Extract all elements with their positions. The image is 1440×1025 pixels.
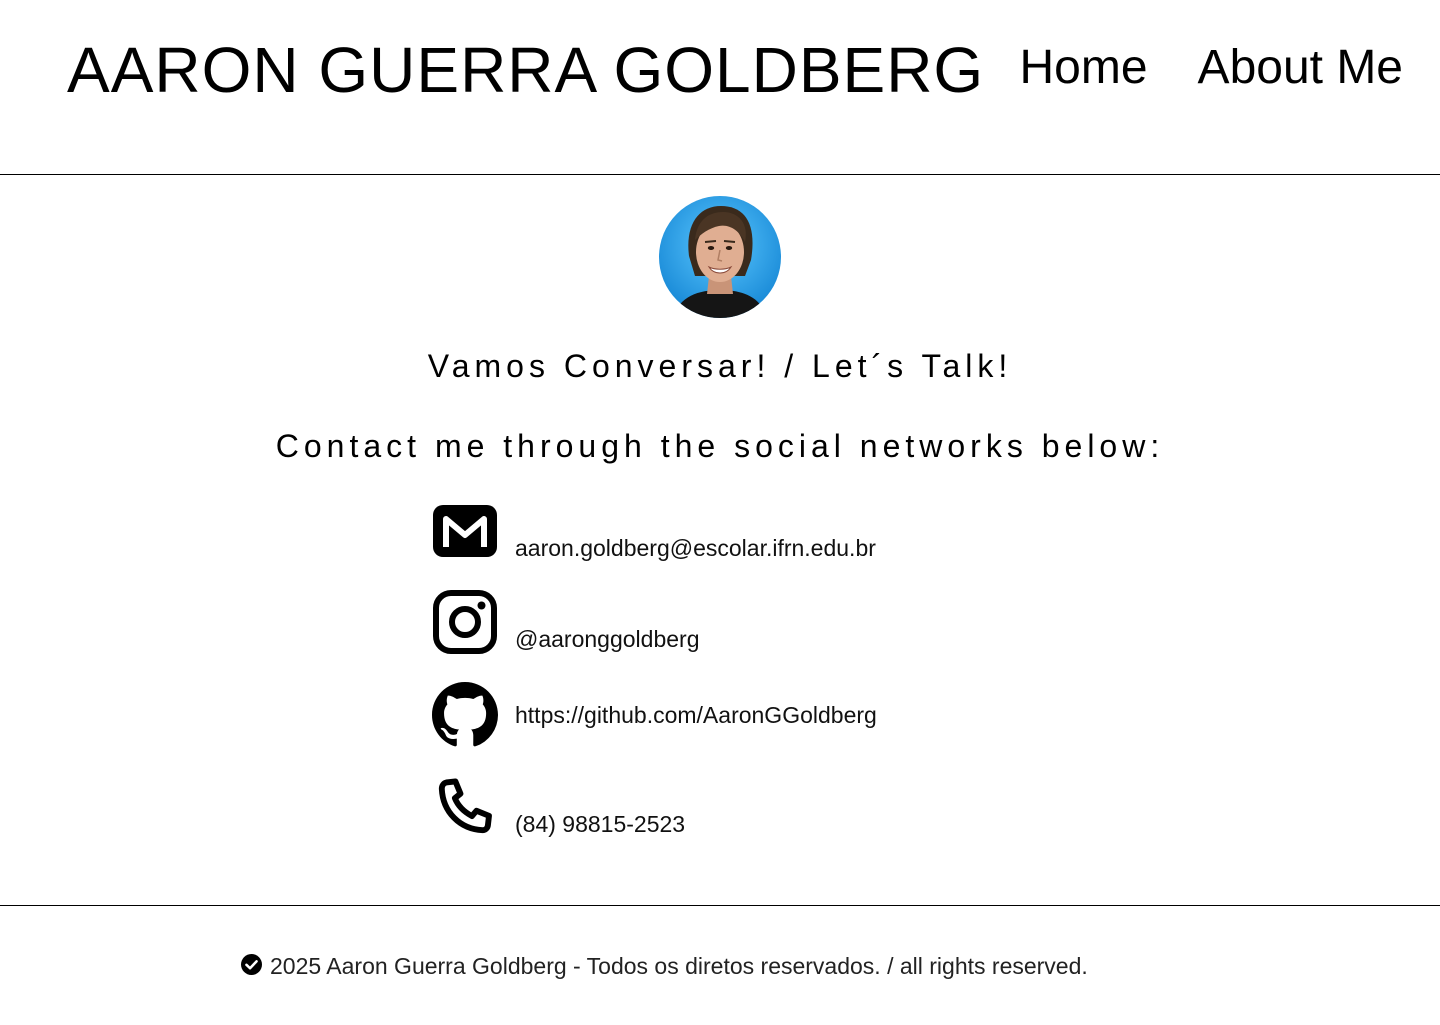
copyright: 2025 Aaron Guerra Goldberg - Todos os di…	[241, 953, 1088, 980]
site-header: AARON GUERRA GOLDBERG Home About Me	[0, 0, 1440, 175]
nav-home-link[interactable]: Home	[1020, 38, 1148, 98]
contact-phone[interactable]: (84) 98815-2523	[430, 772, 685, 842]
contact-github[interactable]: https://github.com/AaronGGoldberg	[430, 680, 877, 750]
phone-link[interactable]: (84) 98815-2523	[515, 810, 685, 842]
email-link[interactable]: aaron.goldberg@escolar.ifrn.edu.br	[515, 534, 876, 566]
lets-talk-heading: Vamos Conversar! / Let´s Talk!	[427, 348, 1013, 384]
instagram-link[interactable]: @aaronggoldberg	[515, 625, 699, 657]
check-circle-icon	[241, 953, 262, 980]
contact-email[interactable]: aaron.goldberg@escolar.ifrn.edu.br	[430, 496, 876, 566]
instagram-icon	[430, 587, 500, 657]
github-link[interactable]: https://github.com/AaronGGoldberg	[515, 701, 877, 729]
contact-intro-heading: Contact me through the social networks b…	[275, 428, 1165, 464]
site-footer: 2025 Aaron Guerra Goldberg - Todos os di…	[0, 905, 1440, 1025]
github-icon	[430, 680, 500, 750]
main-nav: Home About Me	[1020, 38, 1404, 98]
site-title: AARON GUERRA GOLDBERG	[67, 34, 985, 106]
copyright-text: 2025 Aaron Guerra Goldberg - Todos os di…	[270, 953, 1088, 979]
contact-instagram[interactable]: @aaronggoldberg	[430, 587, 699, 657]
avatar-portrait	[659, 196, 781, 318]
gmail-icon	[430, 496, 500, 566]
avatar	[659, 196, 781, 318]
phone-icon	[430, 772, 500, 842]
nav-about-me-link[interactable]: About Me	[1198, 38, 1403, 98]
